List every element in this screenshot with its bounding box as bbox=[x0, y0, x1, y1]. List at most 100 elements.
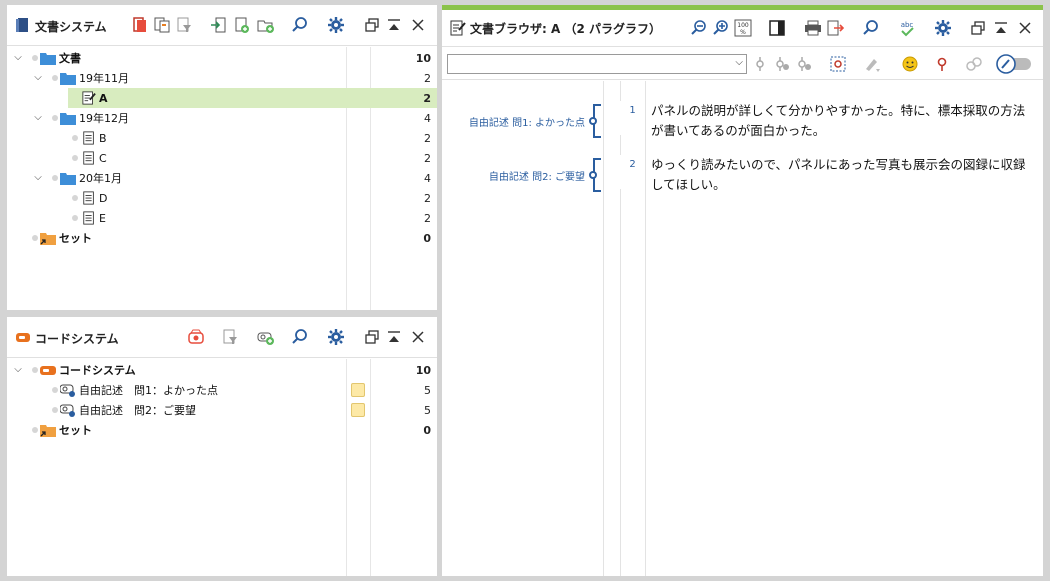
filter-docs-icon[interactable] bbox=[175, 16, 193, 34]
folder-icon bbox=[60, 173, 76, 185]
tree-row-code[interactable]: 自由記述 問2：ご要望 5 bbox=[7, 400, 437, 420]
emoticon-icon[interactable] bbox=[901, 55, 919, 73]
maximize-icon[interactable] bbox=[385, 16, 403, 34]
bullet-dot bbox=[32, 427, 38, 433]
search-icon[interactable] bbox=[291, 16, 309, 34]
activate-docs-icon[interactable] bbox=[131, 16, 149, 34]
bullet-dot bbox=[52, 115, 58, 121]
paragraph-text[interactable]: パネルの説明が詳しくて分かりやすかった。特に、標本採取の方法が書いてあるのが面白… bbox=[651, 101, 1036, 141]
new-doc-group-icon[interactable] bbox=[257, 16, 275, 34]
bullet-dot bbox=[32, 55, 38, 61]
code-select-dropdown[interactable]: ⌵ bbox=[447, 54, 747, 74]
tree-row-code-root[interactable]: ⌵ コードシステム 10 bbox=[7, 360, 437, 380]
tree-row-doc[interactable]: B 2 bbox=[7, 128, 437, 148]
tree-label: A bbox=[99, 91, 108, 105]
count: 2 bbox=[424, 131, 431, 145]
code-selector-row: ⌵ bbox=[442, 48, 1043, 80]
tree-row-doc-group[interactable]: ⌵ 19年11月 2 bbox=[7, 68, 437, 88]
tree-row-doc[interactable]: E 2 bbox=[7, 208, 437, 228]
add-code-icon[interactable] bbox=[773, 55, 791, 73]
code-system-toolbar: コードシステム bbox=[7, 317, 437, 358]
maximize-icon[interactable] bbox=[992, 19, 1010, 37]
zoom-out-icon[interactable] bbox=[690, 19, 708, 37]
chevron-down-icon[interactable]: ⌵ bbox=[33, 73, 43, 83]
tree-row-code[interactable]: 自由記述 問1：よかった点 5 bbox=[7, 380, 437, 400]
code-stripe-label[interactable]: 自由記述 問1: よかった点 bbox=[469, 114, 585, 129]
settings-gear-icon[interactable] bbox=[327, 328, 345, 346]
sidebar-toggle-icon[interactable] bbox=[768, 19, 786, 37]
document-icon bbox=[83, 151, 94, 165]
tree-label: 19年12月 bbox=[79, 112, 129, 125]
edit-mode-toggle[interactable] bbox=[995, 54, 1033, 74]
new-code-icon[interactable] bbox=[257, 328, 275, 346]
tree-label: コードシステム bbox=[59, 364, 136, 377]
code-marker-icon[interactable] bbox=[751, 55, 769, 73]
code-icon bbox=[60, 384, 75, 397]
paragraph-number: 1 bbox=[620, 101, 645, 135]
count: 5 bbox=[424, 403, 431, 417]
bullet-dot bbox=[52, 387, 58, 393]
close-icon[interactable] bbox=[409, 328, 427, 346]
settings-gear-icon[interactable] bbox=[327, 16, 345, 34]
doc-system-icon bbox=[16, 18, 28, 32]
export-icon[interactable] bbox=[826, 19, 844, 37]
tree-row-doc[interactable]: C 2 bbox=[7, 148, 437, 168]
close-icon[interactable] bbox=[1016, 19, 1034, 37]
folder-icon bbox=[60, 113, 76, 125]
chevron-down-icon[interactable]: ⌵ bbox=[33, 113, 43, 123]
chevron-down-icon[interactable]: ⌵ bbox=[13, 365, 23, 375]
tree-row-set[interactable]: セット 0 bbox=[7, 420, 437, 440]
remove-code-icon[interactable] bbox=[795, 55, 813, 73]
bullet-dot bbox=[52, 75, 58, 81]
code-tree: ⌵ コードシステム 10 自由記述 問1：よかった点 5 自由記述 問2：ご要望… bbox=[7, 359, 437, 576]
symbol-code-icon[interactable] bbox=[933, 55, 951, 73]
panel-title: 文書システム bbox=[35, 20, 107, 34]
code-bracket[interactable] bbox=[589, 104, 601, 138]
chevron-down-icon[interactable]: ⌵ bbox=[33, 173, 43, 183]
count: 4 bbox=[424, 171, 431, 185]
tree-row-doc[interactable]: D 2 bbox=[7, 188, 437, 208]
settings-gear-icon[interactable] bbox=[934, 19, 952, 37]
search-icon[interactable] bbox=[862, 19, 880, 37]
bullet-dot bbox=[72, 215, 78, 221]
tree-row-docs-root[interactable]: ⌵ 文書 10 bbox=[7, 48, 437, 68]
code-system-icon bbox=[16, 333, 30, 342]
bullet-dot bbox=[32, 367, 38, 373]
column-divider bbox=[603, 81, 604, 576]
code-bracket[interactable] bbox=[589, 158, 601, 192]
copy-docs-icon[interactable] bbox=[153, 16, 171, 34]
link-icon[interactable] bbox=[965, 55, 983, 73]
highlighter-icon[interactable] bbox=[863, 55, 881, 73]
zoom-100-icon[interactable]: 100% bbox=[734, 19, 752, 37]
activate-codes-icon[interactable] bbox=[187, 328, 205, 346]
new-doc-icon[interactable] bbox=[233, 16, 251, 34]
tree-label: セット bbox=[59, 232, 92, 245]
doc-browser-panel: 文書ブラウザ: A （2 パラグラフ） 100% abc ⌵ 自由記述 問1: … bbox=[442, 5, 1043, 576]
undock-icon[interactable] bbox=[363, 328, 381, 346]
close-icon[interactable] bbox=[409, 16, 427, 34]
tree-row-doc-group[interactable]: ⌵ 20年1月 4 bbox=[7, 168, 437, 188]
tree-row-set[interactable]: セット 0 bbox=[7, 228, 437, 248]
selection-box-icon[interactable] bbox=[829, 55, 847, 73]
count: 5 bbox=[424, 383, 431, 397]
memo-icon[interactable] bbox=[351, 383, 365, 397]
code-stripe-label[interactable]: 自由記述 問2: ご要望 bbox=[489, 168, 585, 183]
tree-row-doc-a[interactable]: A 2 bbox=[7, 88, 437, 108]
tree-label: 19年11月 bbox=[79, 72, 129, 85]
tree-row-doc-group[interactable]: ⌵ 19年12月 4 bbox=[7, 108, 437, 128]
zoom-in-icon[interactable] bbox=[712, 19, 730, 37]
import-icon[interactable] bbox=[209, 16, 227, 34]
chevron-down-icon[interactable]: ⌵ bbox=[13, 53, 23, 63]
undock-icon[interactable] bbox=[363, 16, 381, 34]
count: 0 bbox=[423, 423, 431, 437]
memo-icon[interactable] bbox=[351, 403, 365, 417]
chevron-down-icon[interactable]: ⌵ bbox=[735, 57, 743, 68]
filter-codes-icon[interactable] bbox=[221, 328, 239, 346]
spellcheck-icon[interactable]: abc bbox=[898, 19, 916, 37]
maximize-icon[interactable] bbox=[385, 328, 403, 346]
code-bracket-knob bbox=[589, 117, 597, 125]
undock-icon[interactable] bbox=[969, 19, 987, 37]
search-icon[interactable] bbox=[291, 328, 309, 346]
paragraph-text[interactable]: ゆっくり読みたいので、パネルにあった写真も展示会の図録に収録してほしい。 bbox=[651, 155, 1036, 195]
print-icon[interactable] bbox=[804, 19, 822, 37]
